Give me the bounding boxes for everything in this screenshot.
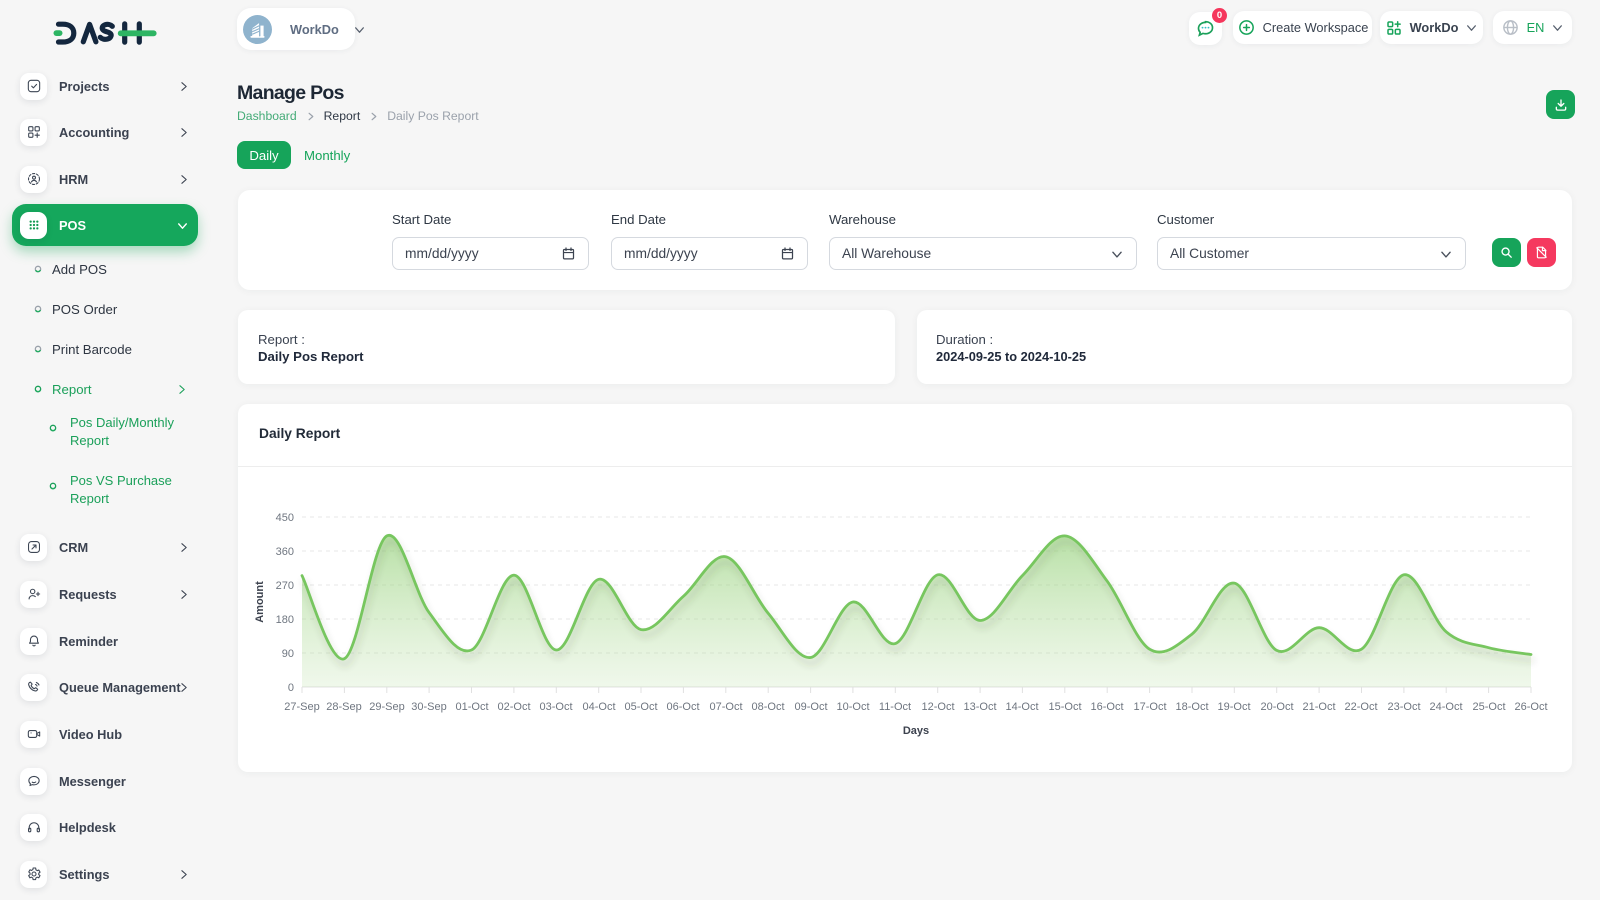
svg-text:04-Oct: 04-Oct xyxy=(582,701,615,713)
svg-text:25-Oct: 25-Oct xyxy=(1472,701,1505,713)
svg-text:16-Oct: 16-Oct xyxy=(1090,701,1123,713)
svg-text:23-Oct: 23-Oct xyxy=(1387,701,1420,713)
svg-text:90: 90 xyxy=(282,648,294,660)
svg-text:18-Oct: 18-Oct xyxy=(1175,701,1208,713)
svg-text:0: 0 xyxy=(288,682,294,694)
svg-text:13-Oct: 13-Oct xyxy=(963,701,996,713)
svg-text:270: 270 xyxy=(276,580,294,592)
svg-text:360: 360 xyxy=(276,546,294,558)
svg-text:11-Oct: 11-Oct xyxy=(879,701,911,713)
svg-text:21-Oct: 21-Oct xyxy=(1302,701,1335,713)
svg-text:10-Oct: 10-Oct xyxy=(836,701,869,713)
svg-text:22-Oct: 22-Oct xyxy=(1344,701,1377,713)
svg-text:08-Oct: 08-Oct xyxy=(751,701,784,713)
svg-text:01-Oct: 01-Oct xyxy=(455,701,488,713)
svg-text:26-Oct: 26-Oct xyxy=(1514,701,1547,713)
svg-text:450: 450 xyxy=(276,512,294,524)
svg-text:05-Oct: 05-Oct xyxy=(624,701,657,713)
svg-text:06-Oct: 06-Oct xyxy=(666,701,699,713)
svg-text:28-Sep: 28-Sep xyxy=(326,701,361,713)
svg-text:20-Oct: 20-Oct xyxy=(1260,701,1293,713)
svg-text:14-Oct: 14-Oct xyxy=(1005,701,1038,713)
svg-text:07-Oct: 07-Oct xyxy=(709,701,742,713)
svg-text:02-Oct: 02-Oct xyxy=(497,701,530,713)
svg-text:Days: Days xyxy=(903,725,929,737)
svg-text:180: 180 xyxy=(276,614,294,626)
svg-text:Amount: Amount xyxy=(254,581,266,623)
svg-text:03-Oct: 03-Oct xyxy=(539,701,572,713)
svg-text:24-Oct: 24-Oct xyxy=(1429,701,1462,713)
svg-text:09-Oct: 09-Oct xyxy=(794,701,827,713)
svg-text:27-Sep: 27-Sep xyxy=(284,701,319,713)
svg-text:15-Oct: 15-Oct xyxy=(1048,701,1081,713)
svg-text:29-Sep: 29-Sep xyxy=(369,701,404,713)
svg-text:19-Oct: 19-Oct xyxy=(1217,701,1250,713)
svg-text:30-Sep: 30-Sep xyxy=(411,701,446,713)
svg-text:17-Oct: 17-Oct xyxy=(1133,701,1166,713)
svg-text:12-Oct: 12-Oct xyxy=(921,701,954,713)
